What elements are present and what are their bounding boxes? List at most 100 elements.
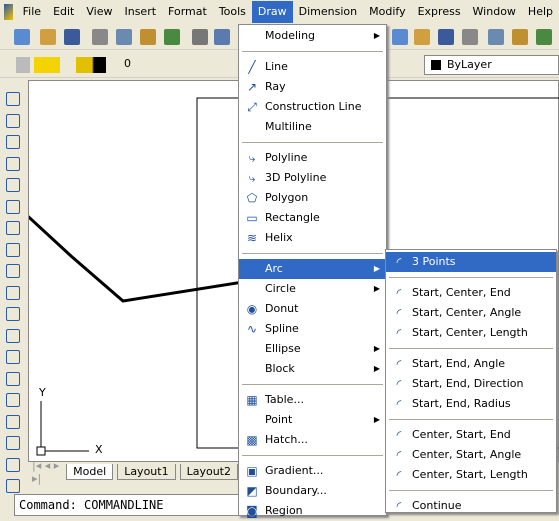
draw-tool-button[interactable] xyxy=(6,92,20,106)
tab-layout2[interactable]: Layout2 xyxy=(179,464,238,480)
draw-item-3d-polyline[interactable]: ⤷ 3D Polyline xyxy=(239,168,386,188)
draw-item-arc[interactable]: Arc ▶ xyxy=(239,259,386,279)
tab-layout1[interactable]: Layout1 xyxy=(117,464,176,480)
menu-file[interactable]: File xyxy=(17,1,47,23)
draw-item-region[interactable]: ◙ Region xyxy=(239,501,386,521)
draw-tool-button[interactable] xyxy=(6,285,20,300)
toolbar-button[interactable] xyxy=(64,29,80,45)
draw-item-hatch[interactable]: ▩ Hatch... xyxy=(239,430,386,450)
toolbar-button[interactable] xyxy=(214,29,230,45)
arc-item-center-start-end[interactable]: ◜ Center, Start, End xyxy=(386,425,556,445)
draw-tool-button[interactable] xyxy=(6,371,20,386)
draw-item-boundary[interactable]: ◩ Boundary... xyxy=(239,481,386,501)
menu-view[interactable]: View xyxy=(80,1,118,23)
draw-item-donut[interactable]: ◉ Donut xyxy=(239,299,386,319)
toolbar-button[interactable] xyxy=(164,29,180,45)
draw-item-gradient[interactable]: ▣ Gradient... xyxy=(239,461,386,481)
menu-item-label: Ray xyxy=(265,80,286,93)
draw-item-ray[interactable]: ↗ Ray xyxy=(239,77,386,97)
draw-tool-button[interactable] xyxy=(6,178,20,192)
arc-item-continue[interactable]: ◜ Continue xyxy=(386,496,556,516)
menu-express[interactable]: Express xyxy=(412,1,467,23)
toolbar-button[interactable] xyxy=(14,29,30,45)
toolbar-button[interactable] xyxy=(92,29,108,45)
toolbar-button[interactable] xyxy=(536,29,552,45)
draw-item-polygon[interactable]: ⬠ Polygon xyxy=(239,188,386,208)
menu-item-label: Block xyxy=(265,362,295,375)
draw-tool-button[interactable] xyxy=(6,307,20,321)
draw-item-multiline[interactable]: Multiline xyxy=(239,117,386,137)
draw-tool-button[interactable] xyxy=(6,457,20,472)
menu-edit[interactable]: Edit xyxy=(47,1,80,23)
region-icon: ◙ xyxy=(246,504,258,518)
toolbar-button[interactable] xyxy=(414,29,430,45)
toolbar-button[interactable] xyxy=(512,29,528,45)
draw-item-circle[interactable]: Circle ▶ xyxy=(239,279,386,299)
draw-tool-button[interactable] xyxy=(6,436,20,450)
draw-tool-button[interactable] xyxy=(6,328,20,343)
draw-item-point[interactable]: Point ▶ xyxy=(239,410,386,430)
menu-item-label: Spline xyxy=(265,322,299,335)
polygon-icon: ⬠ xyxy=(246,191,258,205)
toolbar-button[interactable] xyxy=(462,29,478,45)
draw-item-block[interactable]: Block ▶ xyxy=(239,359,386,379)
toolbar-button[interactable] xyxy=(116,29,132,45)
menu-window[interactable]: Window xyxy=(467,1,522,23)
menu-insert[interactable]: Insert xyxy=(118,1,162,23)
draw-menu: Modeling ▶ ╱ Line ↗ Ray ⤢ Construction Line Mult… xyxy=(238,24,387,518)
draw-item-line[interactable]: ╱ Line xyxy=(239,57,386,77)
menu-draw[interactable]: Draw xyxy=(251,1,293,23)
toolbar-button[interactable] xyxy=(438,29,454,45)
draw-tool-button[interactable] xyxy=(6,113,20,128)
draw-item-spline[interactable]: ∿ Spline xyxy=(239,319,386,339)
draw-tool-button[interactable] xyxy=(6,135,20,149)
draw-tool-button[interactable] xyxy=(6,264,20,278)
menu-help[interactable]: Help xyxy=(522,1,559,23)
arc-item-center-start-length[interactable]: ◜ Center, Start, Length xyxy=(386,465,556,485)
menu-modify[interactable]: Modify xyxy=(363,1,411,23)
draw-item-helix[interactable]: ≋ Helix xyxy=(239,228,386,248)
draw-item-ellipse[interactable]: Ellipse ▶ xyxy=(239,339,386,359)
draw-tool-button[interactable] xyxy=(6,221,20,235)
draw-item-construction-line[interactable]: ⤢ Construction Line xyxy=(239,97,386,117)
toolbar-button[interactable] xyxy=(488,29,504,45)
layer-icons[interactable] xyxy=(16,57,106,73)
draw-tool-button[interactable] xyxy=(6,414,20,429)
menu-dimension[interactable]: Dimension xyxy=(293,1,363,23)
draw-item-polyline[interactable]: ⤷ Polyline xyxy=(239,148,386,168)
arc-item-start-center-length[interactable]: ◜ Start, Center, Length xyxy=(386,323,556,343)
arc-item-start-end-angle[interactable]: ◜ Start, End, Angle xyxy=(386,354,556,374)
menu-tools[interactable]: Tools xyxy=(213,1,252,23)
draw-tool-button[interactable] xyxy=(6,156,20,171)
draw-item-table[interactable]: ▦ Table... xyxy=(239,390,386,410)
layer-name[interactable]: 0 xyxy=(124,57,131,70)
toolbar-button[interactable] xyxy=(140,29,156,45)
menu-item-label: Modeling xyxy=(265,29,316,42)
color-label: ByLayer xyxy=(447,58,492,71)
menu-item-label: Rectangle xyxy=(265,211,320,224)
draw-tool-button[interactable] xyxy=(6,393,20,407)
toolbar-button[interactable] xyxy=(392,29,408,45)
draw-tool-button[interactable] xyxy=(6,479,20,493)
tab-nav-buttons[interactable]: |◂ ◂ ▸ ▸| xyxy=(32,459,62,485)
command-line[interactable]: Command: COMMANDLINE xyxy=(14,494,244,516)
draw-item-rectangle[interactable]: ▭ Rectangle xyxy=(239,208,386,228)
draw-tool-button[interactable] xyxy=(6,199,20,214)
toolbar-button[interactable] xyxy=(40,29,56,45)
draw-item-modeling[interactable]: Modeling ▶ xyxy=(239,26,386,46)
arc-item-start-center-angle[interactable]: ◜ Start, Center, Angle xyxy=(386,303,556,323)
toolbar-button[interactable] xyxy=(192,29,208,45)
arc-item-3-points[interactable]: ◜ 3 Points xyxy=(386,252,556,272)
ray-icon: ↗ xyxy=(246,80,258,94)
arc-item-start-end-radius[interactable]: ◜ Start, End, Radius xyxy=(386,394,556,414)
menu-format[interactable]: Format xyxy=(162,1,213,23)
color-control[interactable]: ByLayer xyxy=(424,55,559,75)
draw-tool-button[interactable] xyxy=(6,242,20,257)
menu-item-label: Start, Center, Length xyxy=(412,326,528,339)
tab-model[interactable]: Model xyxy=(66,464,114,480)
arc-item-start-center-end[interactable]: ◜ Start, Center, End xyxy=(386,283,556,303)
draw-tool-button[interactable] xyxy=(6,350,20,364)
arc-item-center-start-angle[interactable]: ◜ Center, Start, Angle xyxy=(386,445,556,465)
polyline-icon: ⤷ xyxy=(248,151,256,165)
arc-item-start-end-direction[interactable]: ◜ Start, End, Direction xyxy=(386,374,556,394)
